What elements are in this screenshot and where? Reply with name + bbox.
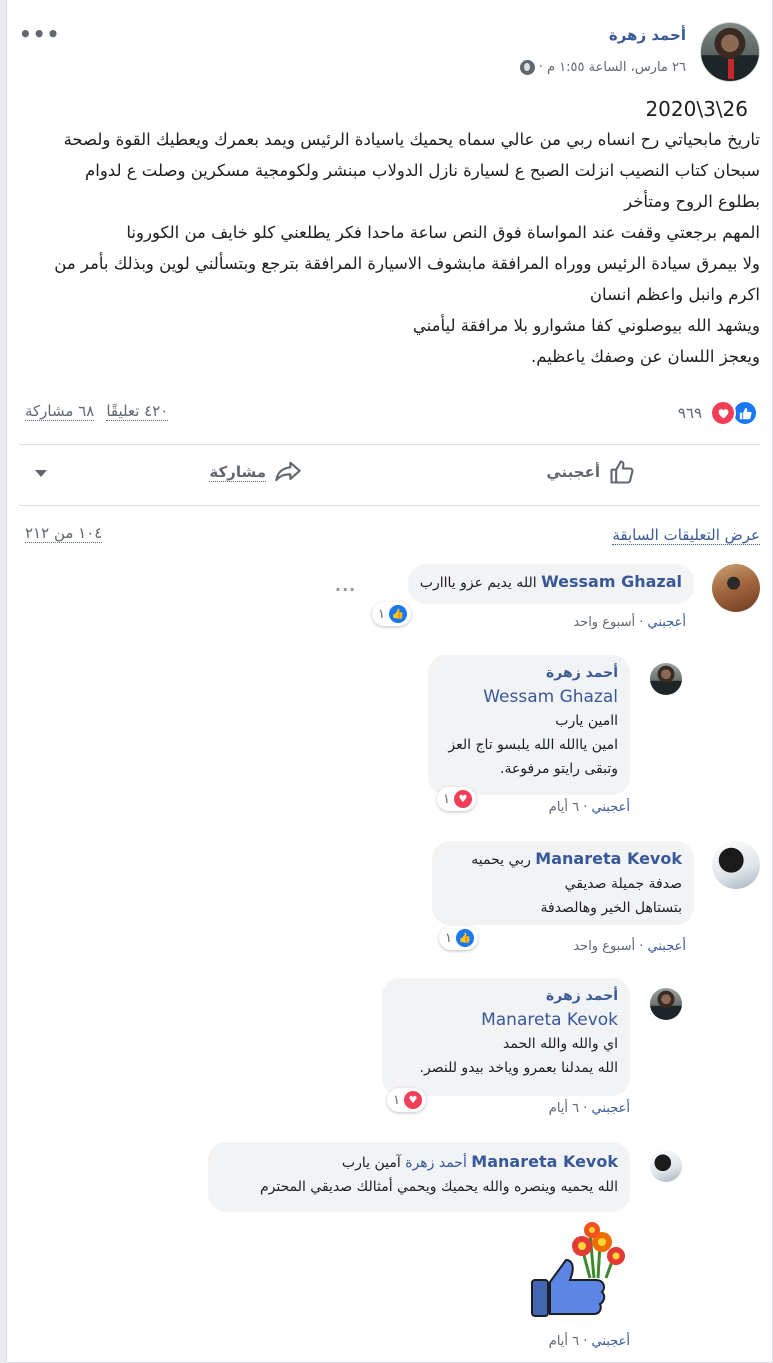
share-dropdown-caret-icon[interactable] (35, 470, 47, 477)
comment-text-line: اامين يارب (555, 713, 618, 729)
divider (19, 505, 760, 506)
comment-time[interactable]: ٦ أيام (549, 1334, 579, 1349)
commenter-avatar[interactable] (650, 988, 682, 1020)
comment-actions: أعجبني · ٦ أيام (549, 1334, 630, 1349)
comment-reaction-badge[interactable]: ١ 👍 (372, 602, 411, 626)
separator-dot: · (639, 615, 644, 630)
commenter-name[interactable]: Manareta Kevok (471, 1152, 618, 1171)
comment-text-line: الله يحميه وينصره والله يحميك ويحمي أمثا… (259, 1179, 618, 1195)
commenter-avatar[interactable] (650, 1150, 682, 1182)
post-line: المهم برجعتي وقفت عند المواساة فوق النص … (126, 223, 760, 242)
comment-actions: أعجبني · أسبوع واحد (573, 615, 686, 630)
post-body: تاريخ مابحياتي رح انساه ربي من عالي سماه… (25, 124, 760, 372)
commenter-name[interactable]: أحمد زهرة (440, 661, 618, 685)
love-reaction-icon: ♥ (453, 790, 472, 808)
shares-count[interactable]: ٦٨ مشاركة (25, 402, 95, 421)
mention-link[interactable]: Manareta Kevok (394, 1008, 618, 1032)
like-button[interactable]: أعجبني (546, 458, 636, 486)
comment-text-line: الله يمدلنا بعمرو وياخد بيدو للنصر. (419, 1060, 618, 1076)
post-timestamp[interactable]: ٢٦ مارس، الساعة ١:٥٥ م · (539, 60, 686, 75)
commenter-avatar[interactable] (712, 564, 760, 612)
reaction-summary[interactable]: ٩٦٩ (678, 400, 758, 426)
commenter-avatar[interactable] (712, 841, 760, 889)
comment-like-link[interactable]: أعجبني (648, 939, 686, 954)
comment-text-line: اي والله والله الحمد (503, 1036, 618, 1052)
divider (19, 444, 760, 445)
post-line: اكرم وانبل واعظم انسان (589, 285, 760, 304)
comment-text-line: امين ياالله الله يلبسو تاج العز (448, 737, 618, 753)
separator-dot: · (583, 1101, 588, 1116)
share-button[interactable]: مشاركة (209, 458, 302, 486)
love-reaction-icon (710, 400, 736, 426)
comments-count[interactable]: ٤٢٠ تعليقًا (106, 402, 169, 421)
flowers-thumbs-up-sticker (531, 1222, 625, 1317)
comment-reaction-badge[interactable]: ١ ♥ (437, 787, 476, 811)
post-line: ويشهد الله بيوصلوني كفا مشوارو بلا مرافق… (412, 316, 760, 335)
comment-actions: أعجبني · أسبوع واحد (573, 939, 686, 954)
globe-icon[interactable] (519, 60, 535, 75)
separator-dot: · (639, 939, 644, 954)
share-button-label: مشاركة (209, 462, 266, 482)
comment-actions: أعجبني · ٦ أيام (549, 800, 630, 815)
comment-reaction-count: ١ (393, 1092, 400, 1108)
comments-page-count: ١٠٤ من ٢١٢ (25, 524, 103, 543)
post-line: بطلوع الروح ومتأخر (624, 192, 760, 211)
more-options-icon[interactable]: ••• (19, 24, 60, 44)
comment-bubble: Manareta Kevok أحمد زهرة آمين يارب الله … (208, 1142, 630, 1212)
post-line: ولا بيمرق سيادة الرئيس ووراه المرافقة ما… (54, 254, 760, 273)
post-date-line: 2020\3\26 (645, 97, 748, 121)
like-reaction-icon: 👍 (455, 929, 474, 947)
mention-link[interactable]: Wessam Ghazal (440, 685, 618, 709)
post-card: ••• أحمد زهرة ٢٦ مارس، الساعة ١:٥٥ م · 2… (6, 0, 773, 1363)
comment-reaction-badge[interactable]: ١ 👍 (439, 926, 478, 950)
comment-bubble: Wessam Ghazal الله يديم عزو يااارب (407, 564, 694, 604)
comment-like-link[interactable]: أعجبني (592, 1334, 630, 1349)
comment-text-line: ربي يحميه (471, 852, 531, 868)
comment-like-link[interactable]: أعجبني (592, 1101, 630, 1116)
post-meta: ٢٦ مارس، الساعة ١:٥٥ م · (519, 60, 686, 75)
comment-text-line: آمين يارب (341, 1155, 401, 1171)
commenter-name[interactable]: Wessam Ghazal (541, 572, 682, 591)
separator-dot: · (583, 800, 588, 815)
thumbs-up-icon (610, 460, 634, 484)
commenter-name[interactable]: Manareta Kevok (535, 849, 682, 868)
comment-actions: أعجبني · ٦ أيام (549, 1101, 630, 1116)
comment-reaction-badge[interactable]: ١ ♥ (387, 1088, 426, 1112)
comment-reaction-count: ١ (445, 930, 452, 946)
post-line: سبحان كتاب النصيب انزلت الصبح ع لسيارة ن… (85, 161, 760, 180)
post-author-name[interactable]: أحمد زهرة (609, 26, 686, 44)
comment-time[interactable]: ٦ أيام (549, 800, 579, 815)
love-reaction-icon: ♥ (403, 1091, 422, 1109)
mention-link[interactable]: أحمد زهرة (405, 1155, 467, 1171)
comment-like-link[interactable]: أعجبني (592, 800, 630, 815)
engagement-counts: ٤٢٠ تعليقًا ٦٨ مشاركة (25, 402, 169, 421)
post-actions: أعجبني مشاركة (7, 452, 772, 496)
comment-options-icon[interactable]: ··· (335, 580, 356, 599)
comment-reaction-count: ١ (443, 791, 450, 807)
commenter-name[interactable]: أحمد زهرة (394, 984, 618, 1008)
like-button-label: أعجبني (546, 463, 600, 481)
post-line: تاريخ مابحياتي رح انساه ربي من عالي سماه… (63, 130, 760, 149)
comment-time[interactable]: ٦ أيام (549, 1101, 579, 1116)
share-arrow-icon (275, 461, 301, 482)
comment-bubble: أحمد زهرة Manareta Kevok اي والله والله … (382, 978, 630, 1096)
comment-text: الله يديم عزو يااارب (419, 575, 537, 591)
comment-text-line: وتبقى رايتو مرفوعة. (500, 761, 618, 777)
comment-bubble: Manareta Kevok ربي يحميه صدفة جميلة صديق… (432, 841, 694, 925)
comment-text-line: صدفة جميلة صديقي (564, 876, 682, 892)
comment-like-link[interactable]: أعجبني (648, 615, 686, 630)
comment-bubble: أحمد زهرة Wessam Ghazal اامين يارب امين … (428, 655, 630, 795)
comment-reaction-count: ١ (378, 606, 385, 622)
post-line: ويعجز اللسان عن وصفك ياعظيم. (530, 347, 760, 366)
reaction-count[interactable]: ٩٦٩ (678, 404, 702, 422)
like-reaction-icon: 👍 (388, 605, 407, 623)
view-previous-comments-link[interactable]: عرض التعليقات السابقة (612, 526, 760, 545)
author-avatar[interactable] (700, 22, 760, 82)
commenter-avatar[interactable] (650, 663, 682, 695)
comments-section: عرض التعليقات السابقة ١٠٤ من ٢١٢ Wessam … (7, 508, 772, 1362)
comment-text-line: بتستاهل الخير وهالصدفة (540, 900, 683, 916)
comment-time[interactable]: أسبوع واحد (573, 615, 635, 630)
comment-time[interactable]: أسبوع واحد (573, 939, 635, 954)
separator-dot: · (583, 1334, 588, 1349)
